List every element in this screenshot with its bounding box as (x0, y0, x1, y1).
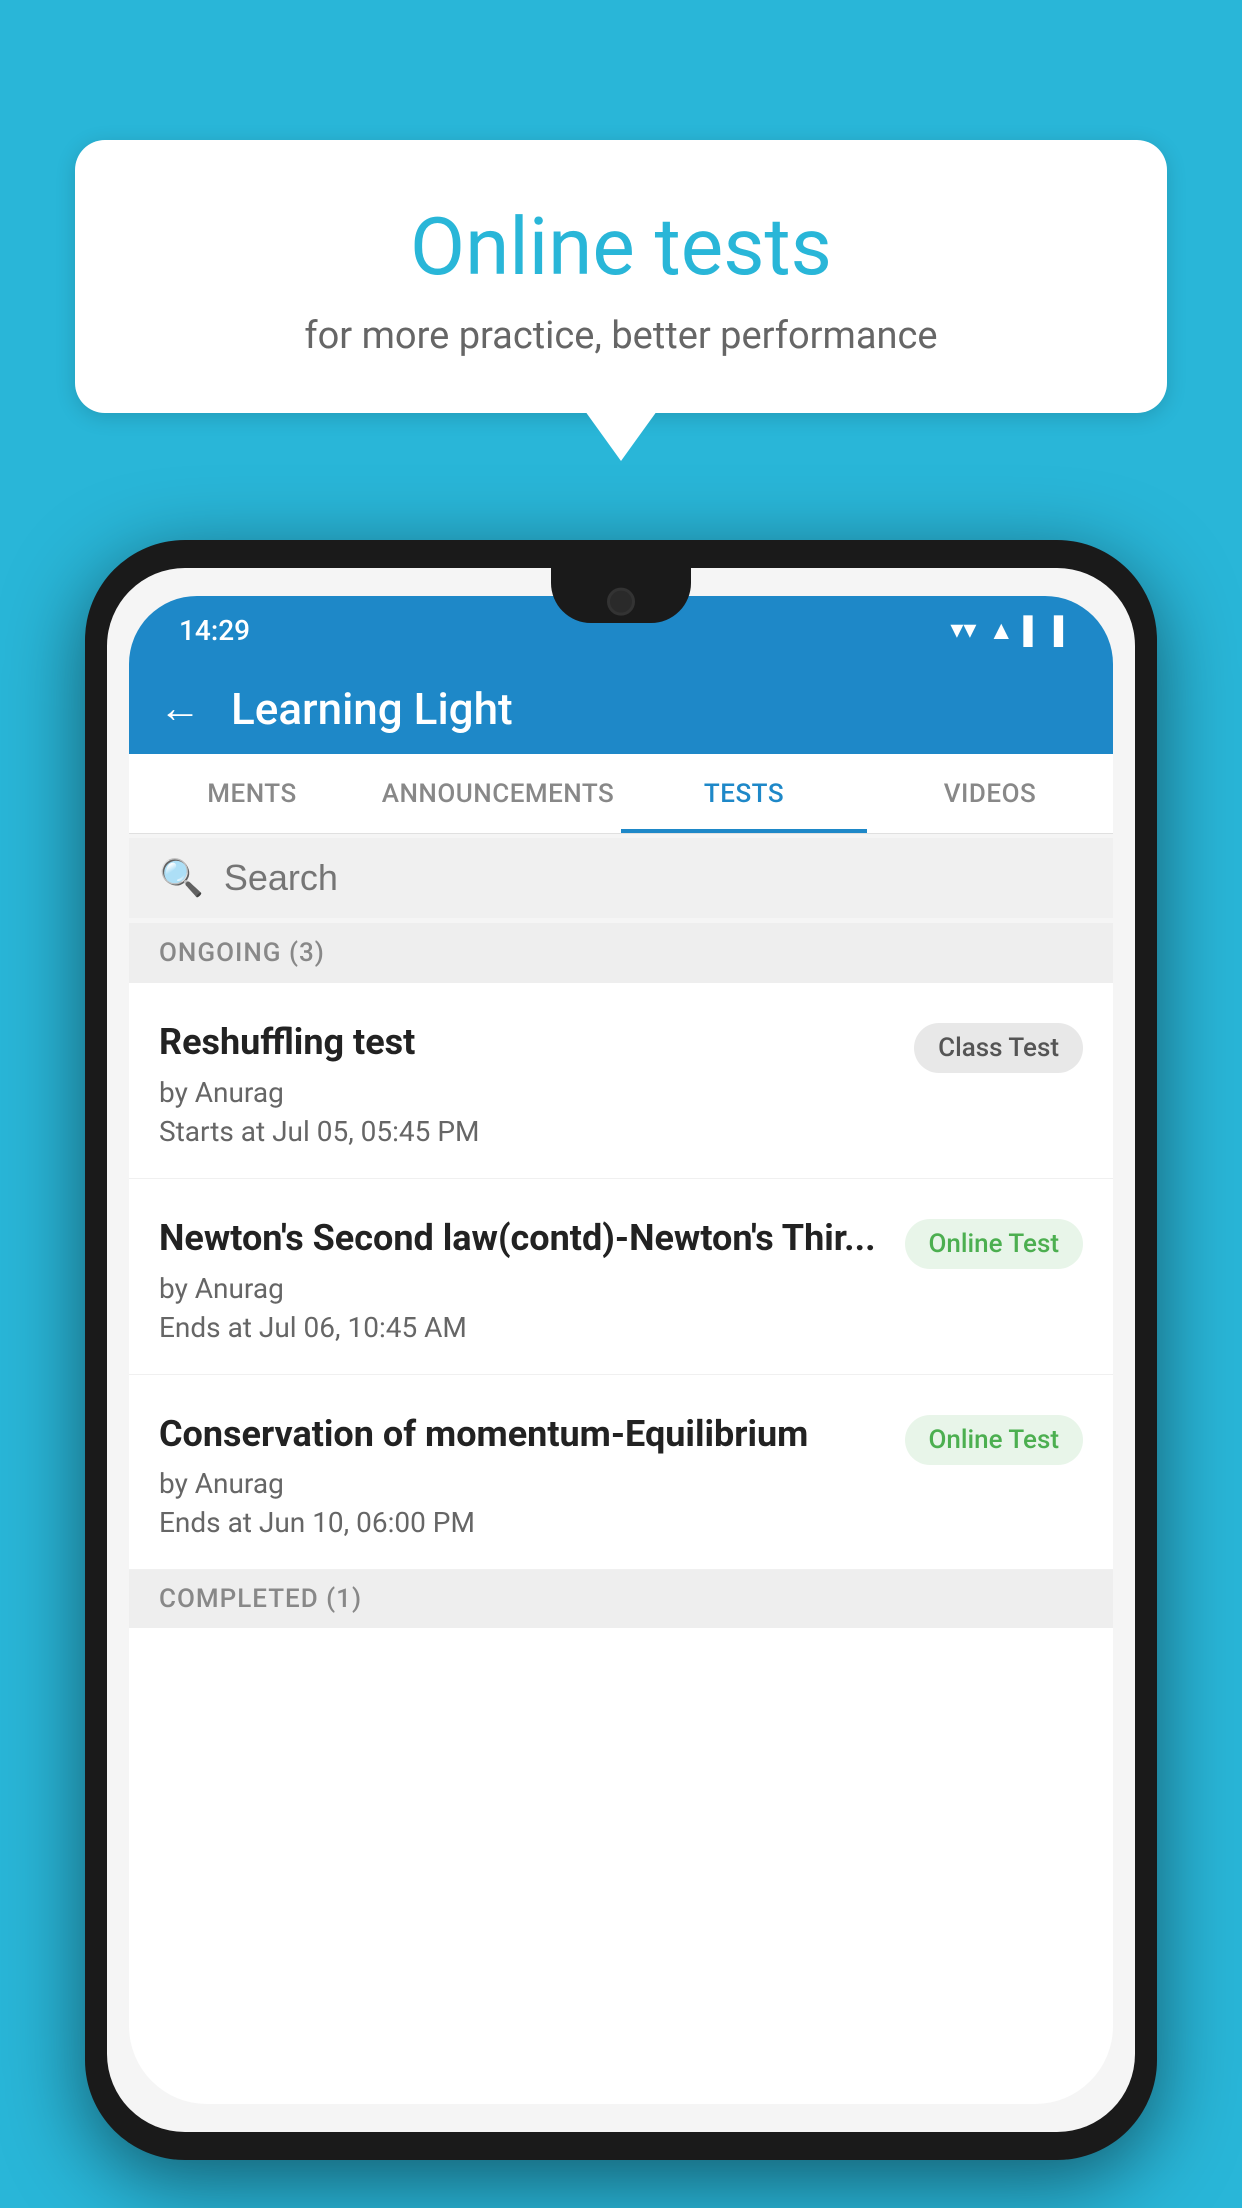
tab-ments[interactable]: MENTS (129, 754, 375, 833)
test-item[interactable]: Newton's Second law(contd)-Newton's Thir… (129, 1179, 1113, 1375)
completed-title: COMPLETED (1) (159, 1584, 362, 1614)
search-bar[interactable]: 🔍 (129, 838, 1113, 918)
test-time: Starts at Jul 05, 05:45 PM (159, 1115, 894, 1148)
test-author: by Anurag (159, 1467, 885, 1500)
test-author: by Anurag (159, 1272, 885, 1305)
test-item-content: Newton's Second law(contd)-Newton's Thir… (159, 1215, 885, 1344)
search-input[interactable] (224, 857, 1083, 899)
test-badge-class: Class Test (914, 1023, 1083, 1073)
test-item[interactable]: Conservation of momentum-Equilibrium by … (129, 1375, 1113, 1571)
app-title: Learning Light (231, 683, 513, 735)
battery-icon: ▐ (1045, 615, 1063, 646)
ongoing-section-header: ONGOING (3) (129, 923, 1113, 983)
bubble-title: Online tests (125, 200, 1117, 294)
completed-section-header: COMPLETED (1) (129, 1570, 1113, 1628)
test-item-content: Reshuffling test by Anurag Starts at Jul… (159, 1019, 894, 1148)
front-camera (607, 587, 635, 615)
test-badge-online: Online Test (905, 1415, 1084, 1465)
search-icon: 🔍 (159, 857, 204, 899)
speech-bubble: Online tests for more practice, better p… (75, 140, 1167, 413)
wifi-icon: ▾▾ (950, 615, 976, 645)
phone-notch (551, 568, 691, 623)
test-item-content: Conservation of momentum-Equilibrium by … (159, 1411, 885, 1540)
test-author: by Anurag (159, 1076, 894, 1109)
tab-announcements[interactable]: ANNOUNCEMENTS (375, 754, 621, 833)
test-name: Newton's Second law(contd)-Newton's Thir… (159, 1215, 885, 1262)
bubble-subtitle: for more practice, better performance (125, 314, 1117, 358)
signal-icon: ▲▐ (988, 615, 1032, 646)
phone-frame: 14:29 ▾▾ ▲▐ ▐ ← Learning Light MENTS ANN… (85, 540, 1157, 2160)
test-list: Reshuffling test by Anurag Starts at Jul… (129, 983, 1113, 2104)
back-button[interactable]: ← (159, 688, 201, 730)
tab-tests[interactable]: TESTS (621, 754, 867, 833)
tab-videos[interactable]: VIDEOS (867, 754, 1113, 833)
test-time: Ends at Jul 06, 10:45 AM (159, 1311, 885, 1344)
ongoing-title: ONGOING (3) (159, 938, 325, 968)
test-time: Ends at Jun 10, 06:00 PM (159, 1506, 885, 1539)
status-icons: ▾▾ ▲▐ ▐ (950, 615, 1063, 646)
test-item[interactable]: Reshuffling test by Anurag Starts at Jul… (129, 983, 1113, 1179)
status-time: 14:29 (179, 614, 250, 647)
tabs-bar: MENTS ANNOUNCEMENTS TESTS VIDEOS (129, 754, 1113, 834)
test-name: Conservation of momentum-Equilibrium (159, 1411, 885, 1458)
app-header: ← Learning Light (129, 664, 1113, 754)
test-name: Reshuffling test (159, 1019, 894, 1066)
test-badge-online: Online Test (905, 1219, 1084, 1269)
phone-screen: 14:29 ▾▾ ▲▐ ▐ ← Learning Light MENTS ANN… (107, 568, 1135, 2132)
